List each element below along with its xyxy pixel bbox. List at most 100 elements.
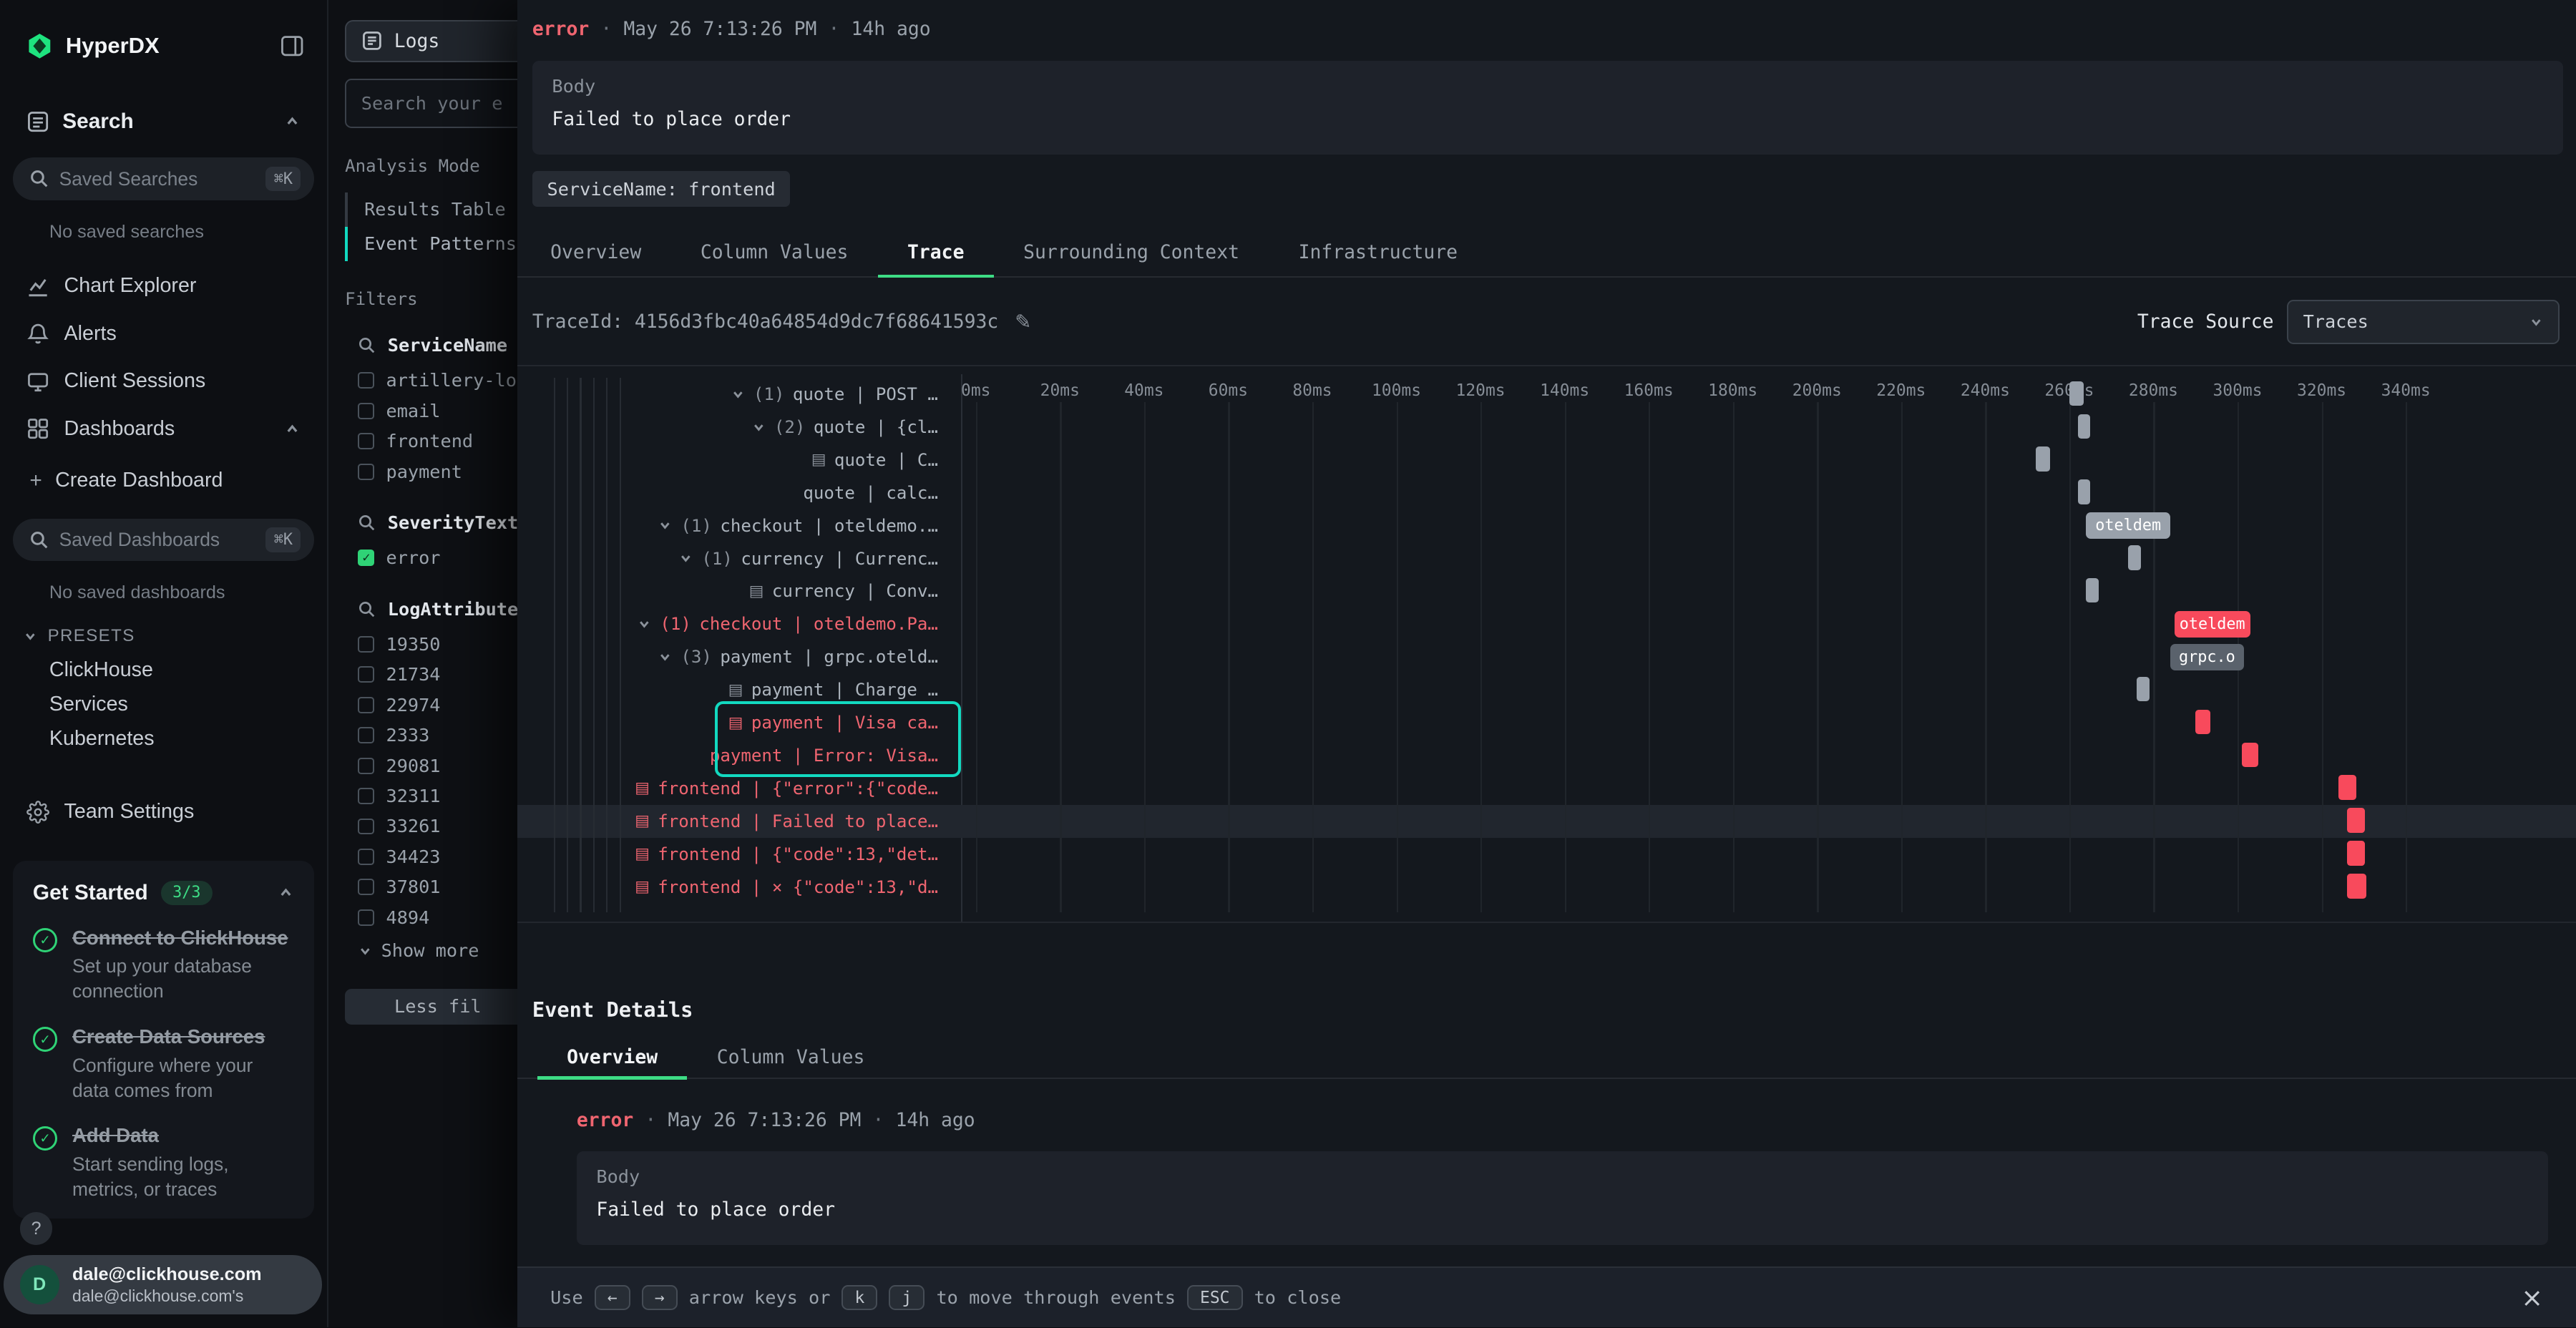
span-child-count: (1) xyxy=(680,516,712,536)
checkbox[interactable] xyxy=(358,727,374,743)
preset-clickhouse[interactable]: ClickHouse xyxy=(0,653,327,687)
checkbox[interactable] xyxy=(358,372,374,389)
trace-span-row[interactable]: (1)checkout | oteldemo.…oteldem xyxy=(517,509,2576,542)
trace-span-row[interactable]: (2)quote | {cl… xyxy=(517,411,2576,444)
tab-column-values[interactable]: Column Values xyxy=(671,230,878,276)
checkbox[interactable] xyxy=(358,636,374,653)
user-menu[interactable]: D dale@clickhouse.com dale@clickhouse.co… xyxy=(4,1255,322,1314)
sidebar-item-dashboards[interactable]: Dashboards xyxy=(0,405,327,453)
span-duration-bar[interactable] xyxy=(2347,874,2367,898)
bell-icon xyxy=(26,322,49,345)
trace-span-row[interactable]: ▤frontend | {"error":{"code… xyxy=(517,772,2576,805)
sidebar-item-client-sessions[interactable]: Client Sessions xyxy=(0,358,327,406)
tab-column-values[interactable]: Column Values xyxy=(687,1037,894,1078)
checkbox[interactable] xyxy=(358,909,374,926)
presets-header[interactable]: PRESETS xyxy=(0,620,327,653)
close-icon[interactable]: × xyxy=(2521,1282,2543,1313)
trace-span-row[interactable]: ▤quote | C… xyxy=(517,444,2576,477)
log-event-icon: ▤ xyxy=(635,779,650,797)
saved-dashboards-input[interactable]: Saved Dashboards ⌘K xyxy=(13,519,313,562)
separator-dot: · xyxy=(645,1109,656,1131)
saved-searches-input[interactable]: Saved Searches ⌘K xyxy=(13,157,313,200)
separator-d: · xyxy=(829,18,840,40)
trace-span-row[interactable]: ▤payment | Charge … xyxy=(517,673,2576,706)
preset-kubernetes[interactable]: Kubernetes xyxy=(0,721,327,756)
collapse-sidebar-icon[interactable] xyxy=(280,34,304,58)
span-duration-bar[interactable] xyxy=(2242,743,2259,767)
span-duration-bar[interactable] xyxy=(2338,775,2356,799)
span-duration-bar[interactable] xyxy=(2347,841,2365,865)
span-duration-bar[interactable]: oteldem xyxy=(2175,611,2250,638)
sidebar-item-alerts[interactable]: Alerts xyxy=(0,310,327,358)
step-title: Connect to ClickHouse xyxy=(72,927,294,949)
span-duration-bar[interactable] xyxy=(2086,578,2099,602)
trace-span-row[interactable]: ▤currency | Conv… xyxy=(517,575,2576,607)
trace-span-row[interactable]: (1)quote | POST … xyxy=(517,378,2576,411)
service-name-tag[interactable]: ServiceName: frontend xyxy=(532,171,791,208)
step-title: Add Data xyxy=(72,1124,294,1147)
sidebar-nav: Chart ExplorerAlertsClient SessionsDashb… xyxy=(0,262,327,452)
checkbox[interactable] xyxy=(358,788,374,804)
tab-overview[interactable]: Overview xyxy=(537,1037,688,1078)
get-started-step[interactable]: ✓Add DataStart sending logs, metrics, or… xyxy=(33,1124,294,1202)
check-circle-icon: ✓ xyxy=(33,1126,57,1151)
span-duration-bar[interactable] xyxy=(2078,479,2091,504)
checkbox[interactable] xyxy=(358,849,374,865)
span-duration-bar[interactable]: oteldem xyxy=(2086,512,2170,539)
checkbox[interactable] xyxy=(358,666,374,683)
trace-span-row[interactable]: ▤frontend | {"code":13,"det… xyxy=(517,838,2576,871)
get-started-header[interactable]: Get Started 3/3 xyxy=(33,881,294,905)
source-label: Logs xyxy=(394,30,440,52)
preset-services[interactable]: Services xyxy=(0,687,327,721)
chevron-up-icon[interactable] xyxy=(284,113,301,130)
trace-span-row[interactable]: ▤frontend | Failed to place… xyxy=(517,805,2576,838)
span-duration-bar[interactable] xyxy=(2137,677,2150,701)
span-duration-bar[interactable] xyxy=(2036,446,2051,471)
trace-span-row[interactable]: quote | calc… xyxy=(517,477,2576,509)
span-duration-bar[interactable] xyxy=(2347,808,2365,832)
trace-span-row[interactable]: (1)currency | Currenc… xyxy=(517,542,2576,575)
checkbox[interactable] xyxy=(358,433,374,449)
checkbox[interactable] xyxy=(358,697,374,713)
chart-icon xyxy=(26,275,49,298)
team-settings-button[interactable]: Team Settings xyxy=(0,788,327,834)
span-duration-bar[interactable]: grpc.o xyxy=(2170,644,2244,670)
trace-span-row[interactable]: (3)payment | grpc.oteld…grpc.o xyxy=(517,640,2576,673)
trace-source-select[interactable]: Traces xyxy=(2287,300,2560,344)
span-duration-bar[interactable] xyxy=(2128,545,2141,570)
checkbox[interactable] xyxy=(358,758,374,774)
get-started-step[interactable]: ✓Connect to ClickHouseSet up your databa… xyxy=(33,927,294,1005)
span-duration-bar[interactable] xyxy=(2078,414,2091,439)
log-event-icon: ▤ xyxy=(635,878,650,896)
span-label: quote | calc… xyxy=(803,483,938,503)
span-collapse-chevron-icon xyxy=(731,387,746,402)
tab-overview[interactable]: Overview xyxy=(521,230,671,276)
sidebar-item-chart-explorer[interactable]: Chart Explorer xyxy=(0,262,327,310)
checkbox[interactable]: ✓ xyxy=(358,550,374,566)
filter-option-label: 2333 xyxy=(386,725,430,746)
search-section-header[interactable]: Search xyxy=(0,102,327,141)
span-duration-bar[interactable] xyxy=(2069,381,2084,406)
create-dashboard-button[interactable]: + Create Dashboard xyxy=(0,459,327,502)
key-badge: k xyxy=(841,1285,877,1310)
trace-span-row[interactable]: payment | Error: Visa… xyxy=(517,739,2576,772)
log-event-icon: ▤ xyxy=(749,582,764,600)
trace-span-row[interactable]: ▤frontend | × {"code":13,"d… xyxy=(517,871,2576,904)
checkbox[interactable] xyxy=(358,464,374,480)
get-started-step[interactable]: ✓Create Data SourcesConfigure where your… xyxy=(33,1025,294,1103)
event-side-panel: error · May 26 7:13:26 PM · 14h ago Body… xyxy=(517,0,2576,1327)
edit-icon[interactable]: ✎ xyxy=(1015,311,1031,333)
checkbox[interactable] xyxy=(358,403,374,419)
trace-span-row[interactable]: ▤payment | Visa ca… xyxy=(517,706,2576,739)
tab-surrounding-context[interactable]: Surrounding Context xyxy=(994,230,1269,276)
trace-span-row[interactable]: (1)checkout | oteldemo.Pa…oteldem xyxy=(517,607,2576,640)
span-duration-bar[interactable] xyxy=(2195,710,2210,734)
checkbox[interactable] xyxy=(358,879,374,895)
help-button[interactable]: ? xyxy=(20,1212,53,1245)
checkbox[interactable] xyxy=(358,819,374,835)
tab-infrastructure[interactable]: Infrastructure xyxy=(1269,230,1487,276)
chevron-up-icon[interactable] xyxy=(278,884,294,901)
key-badge: j xyxy=(889,1285,924,1310)
tab-trace[interactable]: Trace xyxy=(878,230,994,276)
filter-option-label: frontend xyxy=(386,431,474,451)
